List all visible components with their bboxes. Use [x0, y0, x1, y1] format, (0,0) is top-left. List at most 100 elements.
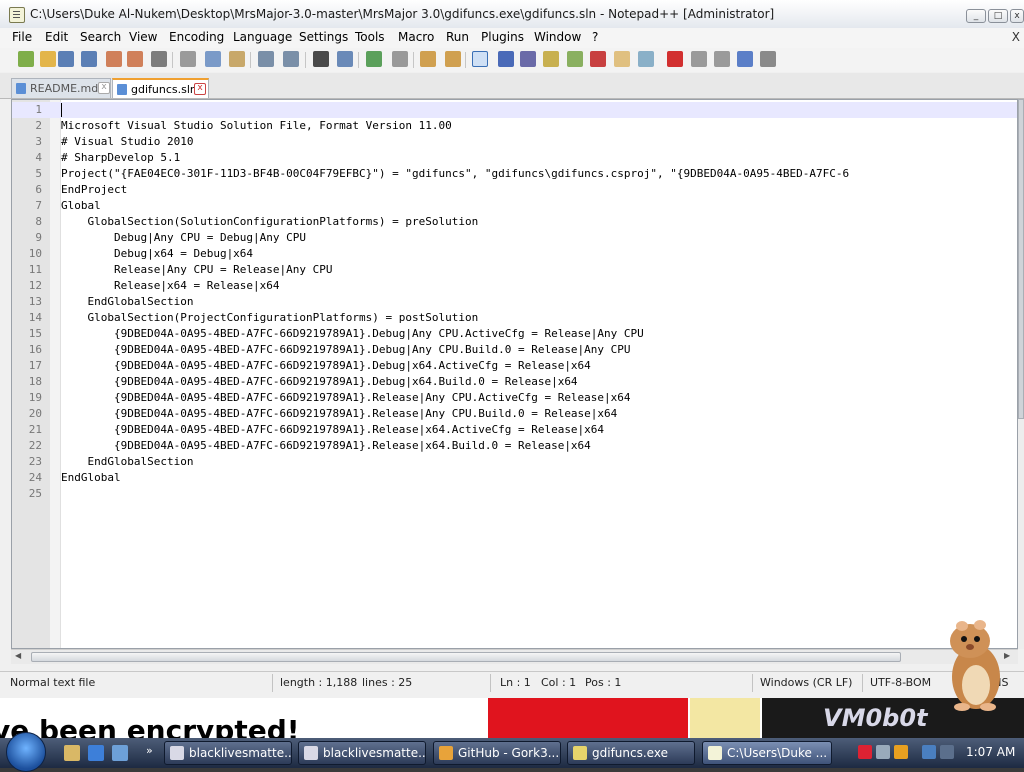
network-icon[interactable] [922, 745, 936, 759]
maximize-button[interactable]: □ [988, 9, 1008, 23]
window-close-button[interactable]: x [1010, 9, 1024, 23]
run-macro-multiple-icon[interactable] [737, 51, 753, 67]
save-macro-icon[interactable] [760, 51, 776, 67]
tray-app-icon[interactable] [876, 745, 890, 759]
play-macro-icon[interactable] [714, 51, 730, 67]
code-line[interactable]: 17 {9DBED04A-0A95-4BED-A7FC-66D9219789A1… [12, 358, 1017, 374]
menu-language[interactable]: Language [233, 30, 292, 44]
tab-gdifuncs[interactable]: gdifuncs.sln x [112, 78, 209, 98]
monitoring-icon[interactable] [638, 51, 654, 67]
vertical-scroll-thumb[interactable] [1018, 99, 1024, 419]
open-file-icon[interactable] [40, 51, 56, 67]
taskbar-clock[interactable]: 1:07 AM [966, 745, 1015, 759]
show-all-chars-icon[interactable] [498, 51, 514, 67]
zoom-in-icon[interactable] [366, 51, 382, 67]
code-line[interactable]: 7 Global [12, 198, 1017, 214]
tab-readme[interactable]: README.md x [11, 78, 111, 98]
show-desktop-icon[interactable] [64, 745, 80, 761]
internet-explorer-icon[interactable] [88, 745, 104, 761]
menu-window[interactable]: Window [534, 30, 581, 44]
menu-encoding[interactable]: Encoding [169, 30, 224, 44]
code-line[interactable]: 10 Debug|x64 = Debug|x64 [12, 246, 1017, 262]
vertical-scrollbar[interactable] [1018, 99, 1024, 649]
title-bar[interactable]: C:\Users\Duke Al-Nukem\Desktop\MrsMajor-… [0, 0, 1024, 29]
horizontal-scroll-thumb[interactable] [31, 652, 901, 662]
replace-icon[interactable] [337, 51, 353, 67]
stop-macro-icon[interactable] [691, 51, 707, 67]
redo-icon[interactable] [283, 51, 299, 67]
code-line[interactable]: 16 {9DBED04A-0A95-4BED-A7FC-66D9219789A1… [12, 342, 1017, 358]
status-eol[interactable]: Windows (CR LF) [760, 676, 852, 689]
print-icon[interactable] [151, 51, 167, 67]
code-line[interactable]: 9 Debug|Any CPU = Debug|Any CPU [12, 230, 1017, 246]
paste-icon[interactable] [229, 51, 245, 67]
code-line[interactable]: 1 [12, 102, 1017, 118]
status-encoding[interactable]: UTF-8-BOM [870, 676, 931, 689]
code-line[interactable]: 18 {9DBED04A-0A95-4BED-A7FC-66D9219789A1… [12, 374, 1017, 390]
new-file-icon[interactable] [18, 51, 34, 67]
taskbar-task[interactable]: GitHub - Gork3... [433, 741, 561, 765]
close-icon[interactable] [106, 51, 122, 67]
quicklaunch-chevron-icon[interactable]: » [146, 744, 153, 757]
code-line[interactable]: 24 EndGlobal [12, 470, 1017, 486]
code-line[interactable]: 13 EndGlobalSection [12, 294, 1017, 310]
taskbar-task[interactable]: blacklivesmatte... [164, 741, 292, 765]
menu-edit[interactable]: Edit [45, 30, 68, 44]
taskbar-task[interactable]: blacklivesmatte... [298, 741, 426, 765]
notepadpp-app-icon[interactable] [9, 7, 25, 23]
minimize-button[interactable]: _ [966, 9, 986, 23]
code-line[interactable]: 21 {9DBED04A-0A95-4BED-A7FC-66D9219789A1… [12, 422, 1017, 438]
taskbar-task[interactable]: gdifuncs.exe [567, 741, 695, 765]
sync-vertical-icon[interactable] [420, 51, 436, 67]
code-line[interactable]: 12 Release|x64 = Release|x64 [12, 278, 1017, 294]
undo-icon[interactable] [258, 51, 274, 67]
code-line[interactable]: 8 GlobalSection(SolutionConfigurationPla… [12, 214, 1017, 230]
code-line[interactable]: 5 Project("{FAE04EC0-301F-11D3-BF4B-00C04… [12, 166, 1017, 182]
copy-icon[interactable] [205, 51, 221, 67]
search-tray-icon[interactable] [894, 745, 908, 759]
switch-windows-icon[interactable] [112, 745, 128, 761]
code-line[interactable]: 25 [12, 486, 1017, 502]
code-line[interactable]: 4 # SharpDevelop 5.1 [12, 150, 1017, 166]
menu-tools[interactable]: Tools [355, 30, 385, 44]
code-line[interactable]: 2 Microsoft Visual Studio Solution File, … [12, 118, 1017, 134]
tab-close-icon[interactable]: x [98, 82, 110, 94]
code-line[interactable]: 15 {9DBED04A-0A95-4BED-A7FC-66D9219789A1… [12, 326, 1017, 342]
cut-icon[interactable] [180, 51, 196, 67]
code-line[interactable]: 22 {9DBED04A-0A95-4BED-A7FC-66D9219789A1… [12, 438, 1017, 454]
save-icon[interactable] [58, 51, 74, 67]
user-language-icon[interactable] [543, 51, 559, 67]
code-line[interactable]: 20 {9DBED04A-0A95-4BED-A7FC-66D9219789A1… [12, 406, 1017, 422]
code-line[interactable]: 11 Release|Any CPU = Release|Any CPU [12, 262, 1017, 278]
close-all-icon[interactable] [127, 51, 143, 67]
code-line[interactable]: 3 # Visual Studio 2010 [12, 134, 1017, 150]
security-alert-icon[interactable] [858, 745, 872, 759]
code-line[interactable]: 19 {9DBED04A-0A95-4BED-A7FC-66D9219789A1… [12, 390, 1017, 406]
indent-guide-icon[interactable] [520, 51, 536, 67]
word-wrap-icon[interactable] [472, 51, 488, 67]
tab-close-icon[interactable]: x [194, 83, 206, 95]
sync-horizontal-icon[interactable] [445, 51, 461, 67]
menu-file[interactable]: File [12, 30, 32, 44]
start-button[interactable] [6, 732, 46, 772]
doc-map-icon[interactable] [567, 51, 583, 67]
menu-search[interactable]: Search [80, 30, 121, 44]
code-line[interactable]: 6 EndProject [12, 182, 1017, 198]
find-icon[interactable] [313, 51, 329, 67]
horizontal-scrollbar[interactable]: ◀ ▶ [11, 649, 1018, 664]
menu-help[interactable]: ? [592, 30, 598, 44]
menu-plugins[interactable]: Plugins [481, 30, 524, 44]
code-line[interactable]: 14 GlobalSection(ProjectConfigurationPla… [12, 310, 1017, 326]
save-all-icon[interactable] [81, 51, 97, 67]
menu-settings[interactable]: Settings [299, 30, 348, 44]
code-line[interactable]: 23 EndGlobalSection [12, 454, 1017, 470]
menu-macro[interactable]: Macro [398, 30, 434, 44]
zoom-out-icon[interactable] [392, 51, 408, 67]
scroll-left-icon[interactable]: ◀ [15, 651, 21, 660]
close-document-button[interactable]: X [1012, 30, 1020, 44]
menu-run[interactable]: Run [446, 30, 469, 44]
record-macro-icon[interactable] [667, 51, 683, 67]
editor-pane[interactable]: 1 2 Microsoft Visual Studio Solution File,… [11, 99, 1018, 649]
function-list-icon[interactable] [590, 51, 606, 67]
menu-view[interactable]: View [129, 30, 157, 44]
